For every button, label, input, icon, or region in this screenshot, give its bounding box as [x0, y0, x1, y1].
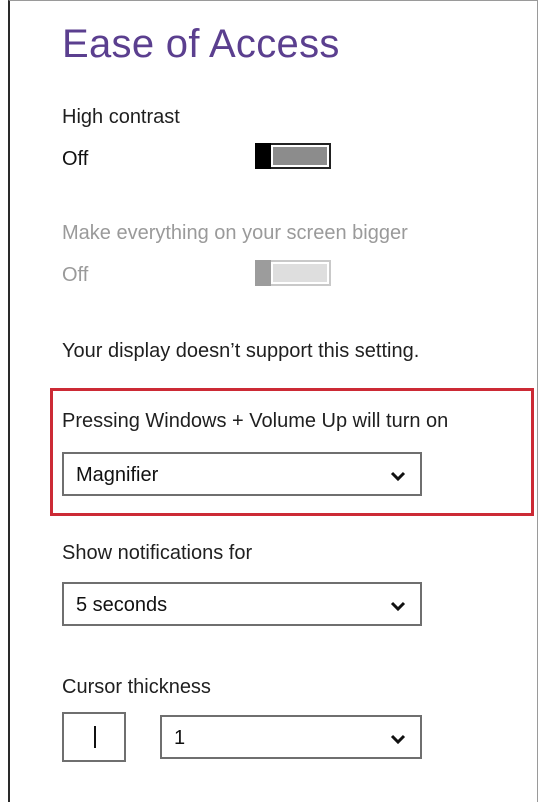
- high-contrast-label: High contrast: [62, 106, 180, 128]
- cursor-preview-bar: [94, 726, 96, 748]
- win-volume-label: Pressing Windows + Volume Up will turn o…: [62, 410, 449, 432]
- cursor-preview: [62, 712, 126, 762]
- chevron-down-icon: [390, 471, 406, 482]
- toggle-thumb: [255, 260, 271, 286]
- cursor-thickness-label: Cursor thickness: [62, 676, 211, 698]
- notifications-label: Show notifications for: [62, 542, 253, 564]
- bigger-label: Make everything on your screen bigger: [62, 222, 408, 244]
- win-volume-selected: Magnifier: [76, 464, 159, 486]
- chevron-down-icon: [390, 601, 406, 612]
- cursor-thickness-selected: 1: [174, 727, 186, 749]
- bigger-state: Off: [62, 264, 89, 286]
- win-volume-dropdown[interactable]: Magnifier: [62, 452, 422, 496]
- toggle-thumb[interactable]: [255, 143, 271, 169]
- toggle-fill: [273, 264, 327, 282]
- unsupported-note: Your display doesn’t support this settin…: [62, 340, 420, 362]
- bigger-toggle: [255, 260, 331, 286]
- notifications-dropdown[interactable]: 5 seconds: [62, 582, 422, 626]
- page-title: Ease of Access: [62, 22, 340, 66]
- cursor-thickness-dropdown[interactable]: 1: [160, 715, 422, 759]
- high-contrast-toggle[interactable]: [255, 143, 331, 169]
- notifications-selected: 5 seconds: [76, 594, 168, 616]
- toggle-fill: [273, 147, 327, 165]
- chevron-down-icon: [390, 734, 406, 745]
- high-contrast-state: Off: [62, 148, 89, 170]
